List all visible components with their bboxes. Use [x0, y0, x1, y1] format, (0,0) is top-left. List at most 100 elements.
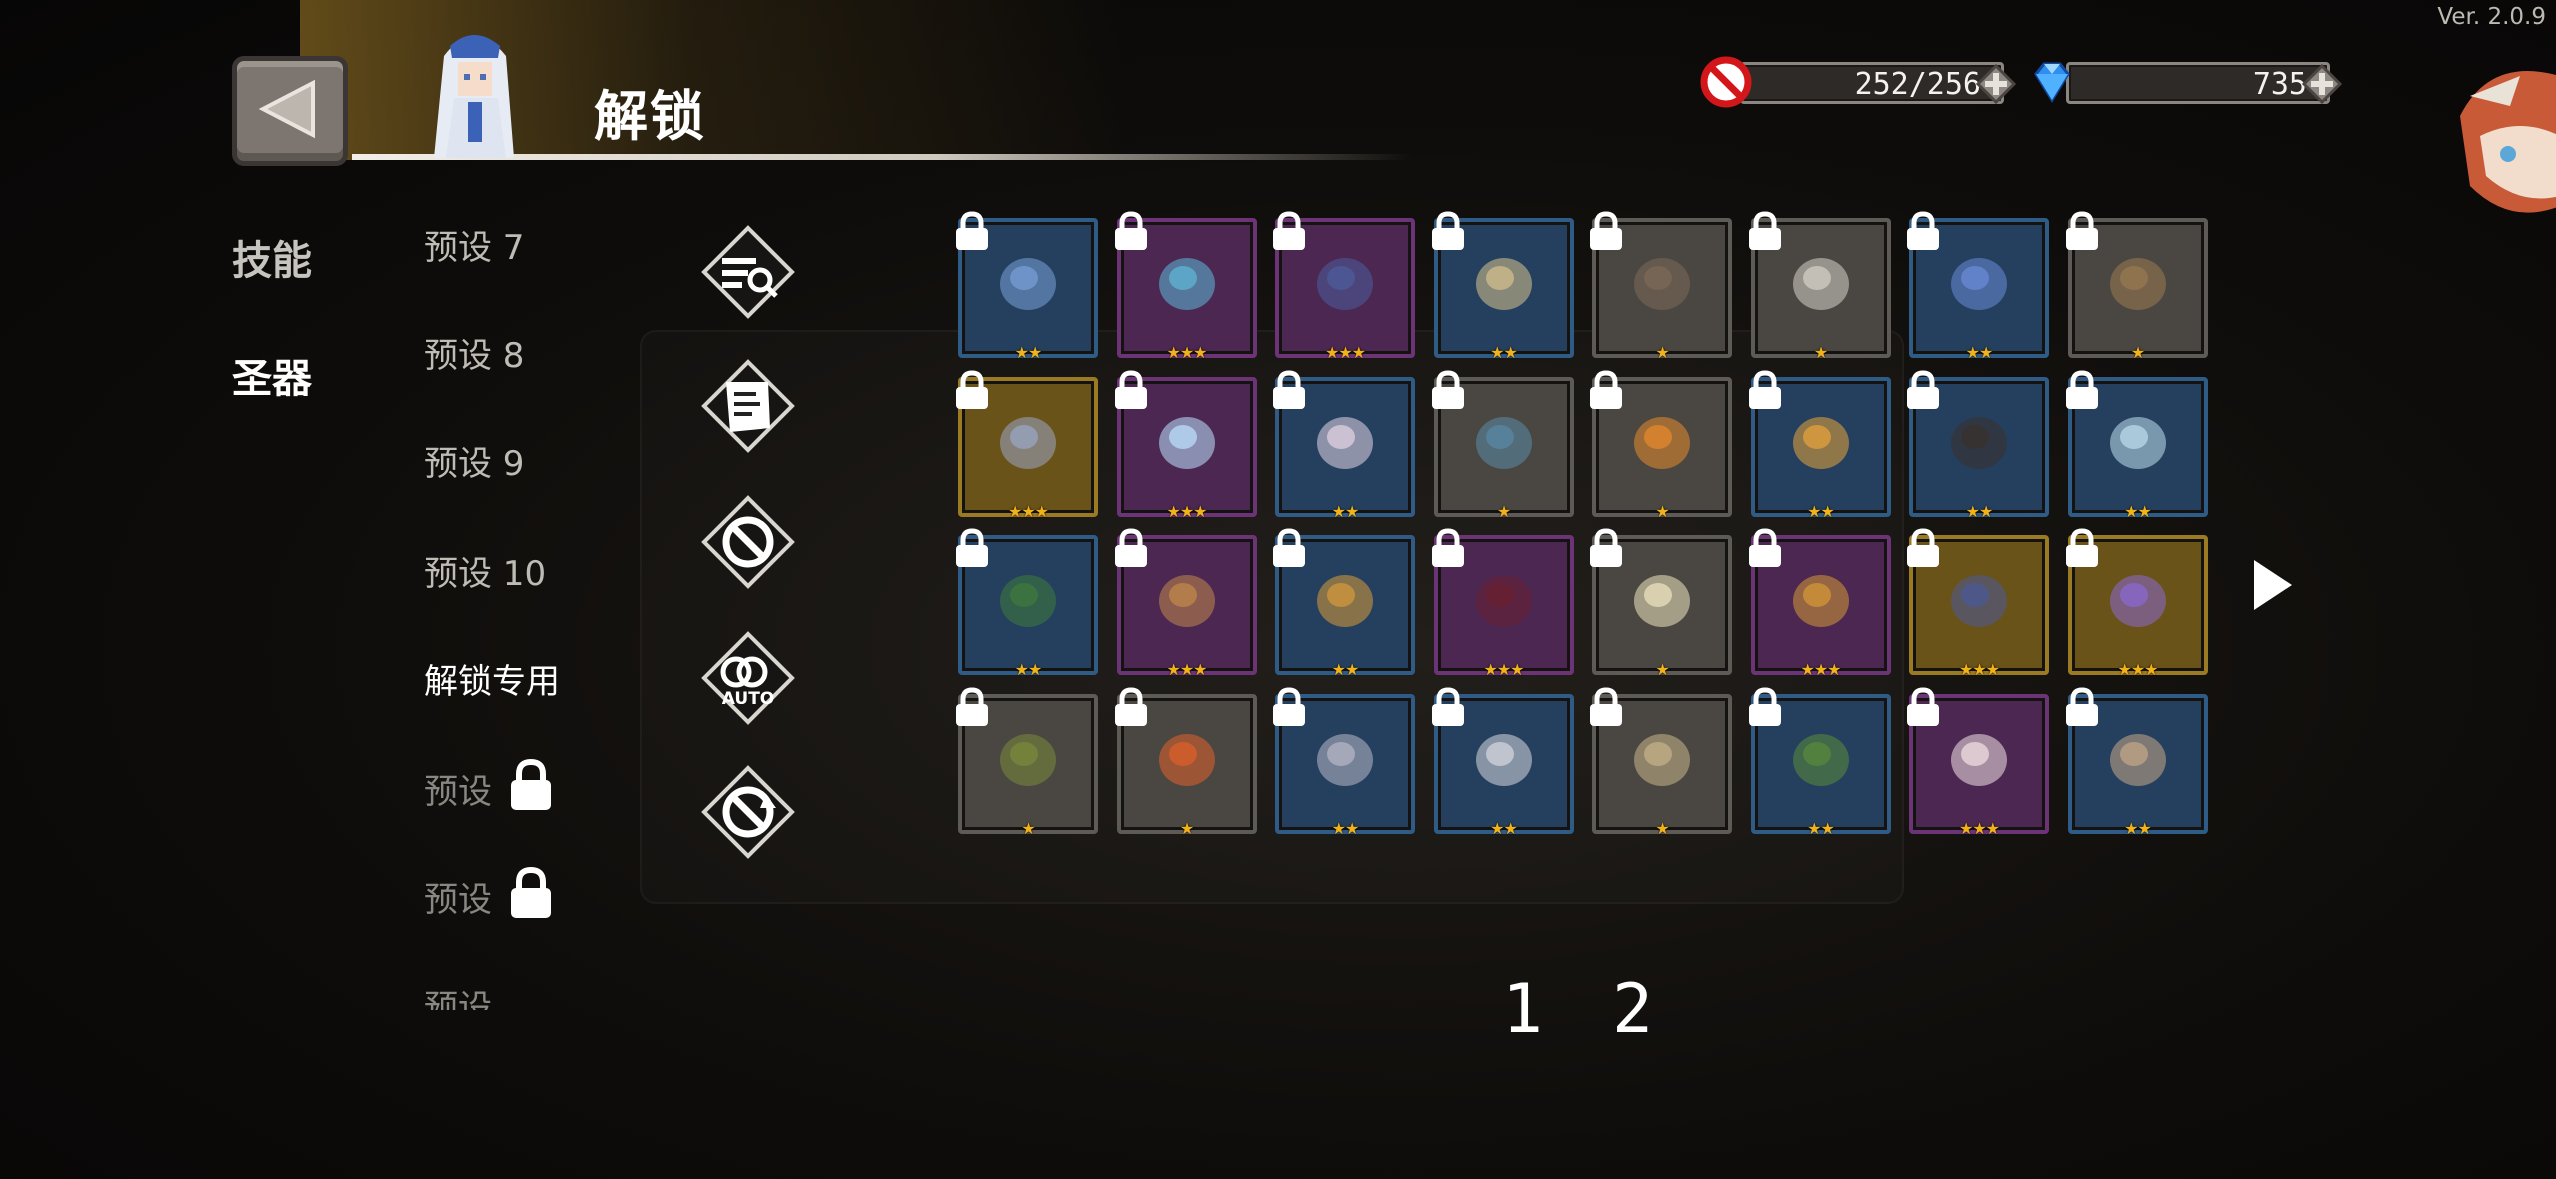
light-orb-relic-icon: [1634, 575, 1690, 627]
rosary-relic-icon: [1634, 733, 1690, 786]
gem-value: 735: [2252, 67, 2307, 102]
relic-slot[interactable]: ★★★: [1114, 369, 1257, 521]
page-number-1[interactable]: 1: [1502, 970, 1543, 1049]
treasure-chest-relic-icon: [1158, 575, 1215, 627]
page-number-2[interactable]: 2: [1612, 970, 1653, 1049]
rarity-stars: ★★★: [1800, 660, 1841, 679]
relic-slot[interactable]: ★★: [1273, 686, 1415, 838]
lock-icon: [1273, 528, 1305, 567]
relic-slot[interactable]: ★: [1590, 528, 1732, 679]
relic-slot[interactable]: ★★: [1748, 369, 1891, 521]
blue-gem-icon: [2034, 62, 2070, 103]
relic-slot[interactable]: ★: [1114, 686, 1257, 838]
relic-slot[interactable]: ★★★: [1907, 528, 2049, 679]
preset-item-locked[interactable]: 预设: [424, 866, 551, 921]
lock-icon: [956, 211, 988, 250]
preset-label: 预设: [424, 772, 492, 812]
preset-item[interactable]: 预设 9: [424, 436, 524, 485]
relic-slot[interactable]: ★★: [956, 211, 1098, 362]
relic-slot[interactable]: ★★: [2065, 369, 2208, 521]
lock-icon: [1590, 686, 1622, 726]
rarity-stars: ★★★: [1007, 501, 1049, 521]
crescent-blade-relic-icon: [1951, 258, 2007, 310]
coin-relic-icon: [1317, 733, 1373, 786]
preset-item[interactable]: 预设 8: [424, 328, 524, 377]
relic-slot[interactable]: ★★★: [1114, 528, 1257, 679]
relic-slot[interactable]: ★★: [1431, 686, 1574, 838]
carrot-relic-icon: [1634, 416, 1690, 469]
relic-slot[interactable]: ★★★: [1273, 211, 1415, 362]
character-portrait: [434, 35, 514, 158]
relic-slot[interactable]: ★★★: [2065, 528, 2208, 679]
rarity-stars: ★★: [1331, 501, 1360, 521]
relic-slot[interactable]: ★: [1590, 369, 1732, 521]
scroll-list-icon[interactable]: [700, 358, 796, 454]
relic-slot[interactable]: ★★★: [1114, 211, 1257, 362]
relic-slot[interactable]: ★★: [1273, 528, 1415, 679]
add-gems-button[interactable]: [2302, 64, 2342, 104]
lock-icon: [1590, 369, 1622, 409]
preset-item-active[interactable]: 解锁专用: [424, 654, 560, 703]
lock-icon: [956, 528, 988, 567]
battery-relic-icon: [1317, 258, 1373, 310]
preset-item-locked[interactable]: 预设: [424, 758, 551, 813]
syringe-relic-icon: [1158, 258, 1215, 310]
relic-slot[interactable]: ★★: [1431, 211, 1574, 362]
relic-slot[interactable]: ★: [2065, 211, 2208, 362]
relic-slot[interactable]: ★★: [1907, 369, 2049, 521]
planet-relic-icon: [1792, 416, 1849, 469]
lock-icon: [1114, 528, 1147, 567]
auto-icon[interactable]: AUTO: [700, 630, 796, 726]
category-relic[interactable]: 圣器: [232, 346, 312, 404]
lock-icon: [1431, 528, 1464, 567]
bottle-relic-icon: [1000, 258, 1056, 310]
relic-slot[interactable]: ★★: [956, 528, 1098, 679]
player-avatar[interactable]: [2450, 56, 2556, 226]
next-page-arrow-icon[interactable]: [2250, 556, 2296, 614]
preset-label: 预设: [424, 988, 492, 1010]
filter-search-icon[interactable]: [700, 224, 796, 320]
relic-slot[interactable]: ★: [956, 686, 1098, 838]
relic-slot[interactable]: ★★: [2065, 686, 2208, 838]
reset-icon[interactable]: [700, 764, 796, 860]
relic-slot[interactable]: ★: [1590, 686, 1732, 838]
lock-icon: [1748, 528, 1781, 567]
relic-slot[interactable]: ★★: [1748, 686, 1891, 838]
crystal-relic-icon: [1317, 416, 1373, 469]
category-skill[interactable]: 技能: [232, 228, 312, 286]
relic-slot[interactable]: ★★★: [1431, 528, 1574, 679]
rarity-stars: ★★: [1965, 501, 1994, 521]
ice-spirit-relic-icon: [2109, 416, 2166, 469]
relic-slot[interactable]: ★: [1590, 211, 1732, 362]
relic-slot[interactable]: ★★★: [1748, 528, 1891, 679]
lock-icon: [1273, 686, 1305, 726]
relic-slot[interactable]: ★★: [1273, 369, 1415, 521]
lock-icon: [2065, 528, 2098, 567]
gold-ring-relic-icon: [1317, 575, 1373, 627]
relic-slot[interactable]: ★★: [1907, 211, 2049, 362]
relic-slot[interactable]: ★★★: [956, 369, 1098, 521]
add-stamina-button[interactable]: [1976, 64, 2016, 104]
preset-item[interactable]: 预设 10: [424, 546, 546, 595]
ban-icon[interactable]: [700, 494, 796, 590]
rarity-stars: ★★: [2124, 501, 2152, 521]
lock-icon: [1114, 686, 1147, 726]
relic-slot[interactable]: ★★★: [1907, 686, 2049, 838]
version-label: Ver. 2.0.9: [2437, 4, 2546, 30]
relic-slot[interactable]: ★: [1748, 211, 1891, 362]
rarity-stars: ★★: [1014, 660, 1043, 679]
preset-item-locked[interactable]: 预设: [424, 980, 492, 1010]
preset-label: 解锁专用: [424, 662, 560, 702]
rarity-stars: ★★: [1490, 818, 1518, 838]
lock-icon: [1590, 211, 1622, 250]
lock-icon: [2065, 369, 2098, 409]
stamina-value: 252/256: [1854, 67, 1981, 102]
preset-item[interactable]: 预设 7: [424, 220, 524, 269]
rarity-stars: ★★: [1014, 343, 1043, 362]
spellbook-relic-icon: [1951, 575, 2007, 627]
relic-slot[interactable]: ★: [1431, 369, 1574, 521]
rarity-stars: ★★★: [1166, 343, 1207, 362]
back-button[interactable]: [232, 56, 348, 166]
stamina-counter: 252/256: [1700, 56, 2024, 108]
rarity-stars: ★★: [1331, 818, 1360, 838]
